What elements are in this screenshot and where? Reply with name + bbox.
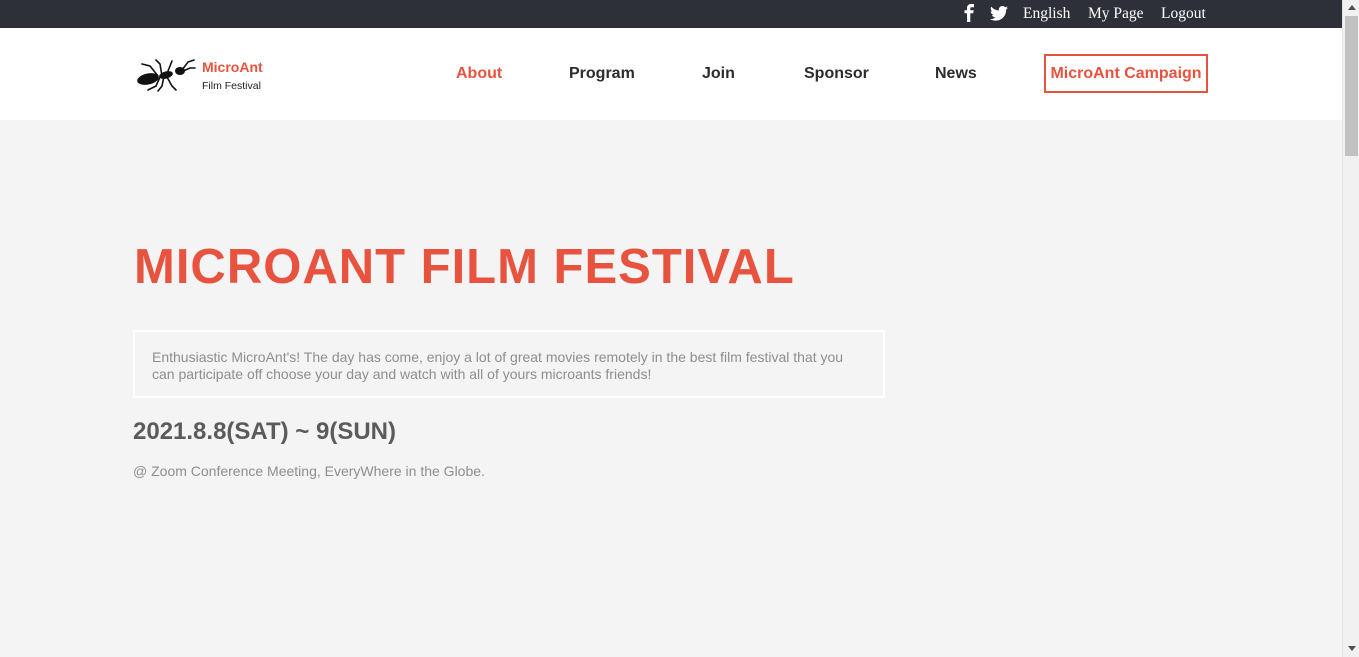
- vertical-scrollbar[interactable]: [1342, 0, 1359, 657]
- nav-item-program[interactable]: Program: [569, 65, 635, 83]
- my-page-link[interactable]: My Page: [1088, 5, 1144, 23]
- facebook-icon[interactable]: [963, 4, 975, 22]
- festival-venue: @ Zoom Conference Meeting, EveryWhere in…: [133, 463, 485, 479]
- site-logo[interactable]: MicroAnt Film Festival: [136, 56, 276, 96]
- site-header: MicroAnt Film Festival About Program Joi…: [0, 28, 1342, 120]
- logo-subtitle: Film Festival: [202, 80, 261, 92]
- nav-item-news[interactable]: News: [935, 65, 977, 83]
- scrollbar-thumb[interactable]: [1345, 16, 1358, 156]
- top-utility-bar: English My Page Logout: [0, 0, 1342, 28]
- twitter-icon[interactable]: [990, 6, 1008, 21]
- scroll-up-arrow-icon[interactable]: [1348, 5, 1356, 10]
- nav-item-join[interactable]: Join: [702, 65, 735, 83]
- description-text: Enthusiastic MicroAnt's! The day has com…: [152, 349, 844, 382]
- festival-date: 2021.8.8(SAT) ~ 9(SUN): [133, 418, 396, 445]
- nav-item-about[interactable]: About: [456, 65, 502, 83]
- hero-title: MICROANT FILM FESTIVAL: [134, 240, 795, 294]
- campaign-button[interactable]: MicroAnt Campaign: [1044, 54, 1208, 93]
- page: English My Page Logout MicroAnt Film Fes…: [0, 0, 1342, 657]
- nav-item-sponsor[interactable]: Sponsor: [804, 65, 869, 83]
- description-box: Enthusiastic MicroAnt's! The day has com…: [133, 330, 885, 398]
- scroll-down-arrow-icon[interactable]: [1348, 646, 1356, 651]
- language-link[interactable]: English: [1023, 5, 1070, 23]
- ant-logo-icon: [137, 59, 196, 92]
- logo-name: MicroAnt: [202, 59, 263, 75]
- logout-link[interactable]: Logout: [1161, 5, 1206, 23]
